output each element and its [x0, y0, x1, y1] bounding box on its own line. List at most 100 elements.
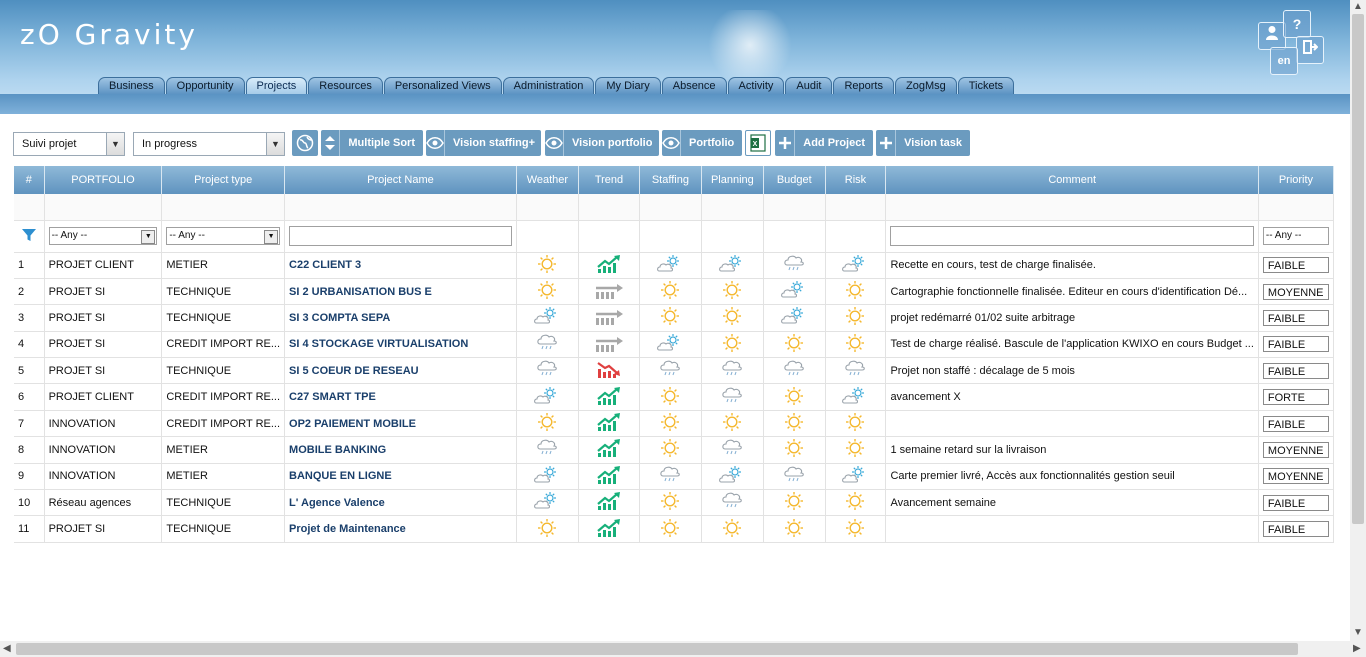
- priority-select[interactable]: FAIBLE: [1262, 309, 1329, 326]
- tab-projects[interactable]: Projects: [245, 77, 308, 94]
- table-row[interactable]: 4 PROJET SI CREDIT IMPORT RE... SI 4 STOCKA…: [14, 331, 1335, 359]
- project-name-link[interactable]: C27 SMART TPE: [284, 383, 517, 411]
- col-num[interactable]: #: [14, 166, 45, 194]
- col-trend[interactable]: Trend: [578, 166, 641, 194]
- tab-personalized-views[interactable]: Personalized Views: [383, 77, 502, 94]
- table-row[interactable]: 9 INNOVATION METIER BANQUE EN LIGNE Carte p…: [14, 463, 1335, 491]
- multiple-sort-button[interactable]: Multiple Sort: [321, 130, 423, 156]
- project-name-link[interactable]: L' Agence Valence: [284, 489, 517, 517]
- trend-cell: [578, 463, 641, 491]
- vision-staffing-button[interactable]: Vision staffing+: [426, 130, 541, 156]
- priority-select[interactable]: FAIBLE: [1262, 336, 1329, 353]
- portfolio-button[interactable]: Portfolio: [662, 130, 742, 156]
- scroll-up-icon[interactable]: ▲: [1353, 1, 1363, 12]
- table-row[interactable]: 11 PROJET SI TECHNIQUE Projet de Maintenanc…: [14, 515, 1335, 543]
- tab-zogmsg[interactable]: ZogMsg: [895, 77, 957, 94]
- header-glow: [690, 10, 810, 80]
- project-name-link[interactable]: SI 3 COMPTA SEPA: [284, 304, 517, 332]
- tab-reports[interactable]: Reports: [833, 77, 894, 94]
- scroll-left-icon[interactable]: ◀: [3, 643, 11, 654]
- sun-icon: [536, 281, 558, 303]
- project-name-link[interactable]: BANQUE EN LIGNE: [284, 463, 517, 491]
- budget-cell: [763, 252, 826, 279]
- project-name-link[interactable]: OP2 PAIEMENT MOBILE: [284, 410, 517, 438]
- table-row[interactable]: 6 PROJET CLIENT CREDIT IMPORT RE... C27 SMA…: [14, 383, 1335, 411]
- budget-cell: [763, 489, 826, 517]
- table-row[interactable]: 5 PROJET SI TECHNIQUE SI 5 COEUR DE RESEAU …: [14, 357, 1335, 385]
- user-icon[interactable]: [1258, 22, 1286, 50]
- filter-icon[interactable]: [14, 220, 45, 253]
- col-planning[interactable]: Planning: [701, 166, 764, 194]
- horizontal-scroll-thumb[interactable]: [16, 643, 1298, 655]
- scroll-down-icon[interactable]: ▼: [1353, 627, 1363, 638]
- table-row[interactable]: 3 PROJET SI TECHNIQUE SI 3 COMPTA SEPA proj…: [14, 304, 1335, 332]
- table-row[interactable]: 8 INNOVATION METIER MOBILE BANKING 1 semain…: [14, 436, 1335, 464]
- portfolio-filter[interactable]: -- Any -- ▼: [48, 227, 158, 245]
- sun-icon: [536, 518, 558, 541]
- budget-cell: [763, 383, 826, 411]
- vision-portfolio-button[interactable]: Vision portfolio: [545, 130, 659, 156]
- project-name-link[interactable]: C22 CLIENT 3: [284, 252, 517, 279]
- app-logo: zO Gravity: [20, 18, 198, 51]
- priority-filter[interactable]: -- Any --: [1262, 227, 1329, 245]
- tab-business[interactable]: Business: [98, 77, 165, 94]
- excel-export-button[interactable]: X: [745, 130, 771, 156]
- priority-select[interactable]: FAIBLE: [1262, 494, 1329, 511]
- add-project-button[interactable]: Add Project: [775, 130, 873, 156]
- comment-filter[interactable]: [890, 226, 1254, 246]
- eye-icon: [662, 130, 681, 156]
- project-name-link[interactable]: SI 4 STOCKAGE VIRTUALISATION: [284, 331, 517, 359]
- table-row[interactable]: 1 PROJET CLIENT METIER C22 CLIENT 3 Recette…: [14, 252, 1335, 279]
- col-project-name[interactable]: Project Name: [284, 166, 517, 194]
- col-weather[interactable]: Weather: [516, 166, 579, 194]
- table-row[interactable]: 7 INNOVATION CREDIT IMPORT RE... OP2 PAIEME…: [14, 410, 1335, 438]
- type-filter[interactable]: -- Any -- ▼: [166, 227, 281, 245]
- priority-select[interactable]: FAIBLE: [1262, 257, 1329, 274]
- vision-task-button[interactable]: Vision task: [876, 130, 970, 156]
- project-name-link[interactable]: MOBILE BANKING: [284, 436, 517, 464]
- row-number: 9: [14, 463, 45, 491]
- priority-select[interactable]: MOYENNE: [1262, 441, 1329, 458]
- tab-tickets[interactable]: Tickets: [957, 77, 1015, 94]
- tab-administration[interactable]: Administration: [502, 77, 595, 94]
- col-staffing[interactable]: Staffing: [639, 166, 702, 194]
- priority-select[interactable]: FAIBLE: [1262, 415, 1329, 432]
- project-name-filter[interactable]: [289, 226, 512, 246]
- help-button[interactable]: ?: [1283, 10, 1311, 38]
- logout-icon[interactable]: [1296, 36, 1324, 64]
- col-risk[interactable]: Risk: [825, 166, 887, 194]
- tab-audit[interactable]: Audit: [785, 77, 833, 94]
- table-row[interactable]: 10 Réseau agences TECHNIQUE L' Agence Valen…: [14, 489, 1335, 517]
- status-select[interactable]: In progress ▼: [133, 132, 285, 156]
- priority-select[interactable]: FORTE: [1262, 389, 1329, 406]
- tab-absence[interactable]: Absence: [661, 77, 727, 94]
- table-row[interactable]: 2 PROJET SI TECHNIQUE SI 2 URBANISATION BUS…: [14, 278, 1335, 306]
- priority-select[interactable]: FAIBLE: [1262, 521, 1329, 538]
- col-project-type[interactable]: Project type: [161, 166, 286, 194]
- priority-select[interactable]: FAIBLE: [1262, 362, 1329, 379]
- status-select-value: In progress: [142, 138, 198, 150]
- view-select[interactable]: Suivi projet ▼: [13, 132, 125, 156]
- scroll-right-icon[interactable]: ▶: [1353, 643, 1361, 654]
- tab-activity[interactable]: Activity: [727, 77, 785, 94]
- col-comment[interactable]: Comment: [885, 166, 1259, 194]
- language-button[interactable]: en: [1270, 47, 1298, 75]
- col-priority[interactable]: Priority: [1258, 166, 1335, 194]
- tab-resources[interactable]: Resources: [308, 77, 383, 94]
- col-budget[interactable]: Budget: [763, 166, 826, 194]
- priority-select[interactable]: MOYENNE: [1262, 468, 1329, 485]
- priority-select[interactable]: MOYENNE: [1262, 283, 1329, 300]
- trend-up-icon: [596, 413, 622, 435]
- project-type-cell: METIER: [161, 436, 286, 464]
- project-name-link[interactable]: SI 2 URBANISATION BUS E: [284, 278, 517, 306]
- vertical-scroll-thumb[interactable]: [1352, 14, 1364, 524]
- tab-opportunity[interactable]: Opportunity: [165, 77, 245, 94]
- project-name-link[interactable]: Projet de Maintenance: [284, 515, 517, 543]
- tab-my-diary[interactable]: My Diary: [595, 77, 661, 94]
- sun-cloud-icon: [656, 254, 684, 277]
- col-portfolio[interactable]: PORTFOLIO: [44, 166, 163, 194]
- globe-button[interactable]: [292, 130, 318, 156]
- row-number: 10: [14, 489, 45, 517]
- project-name-link[interactable]: SI 5 COEUR DE RESEAU: [284, 357, 517, 385]
- risk-cell: [825, 252, 887, 279]
